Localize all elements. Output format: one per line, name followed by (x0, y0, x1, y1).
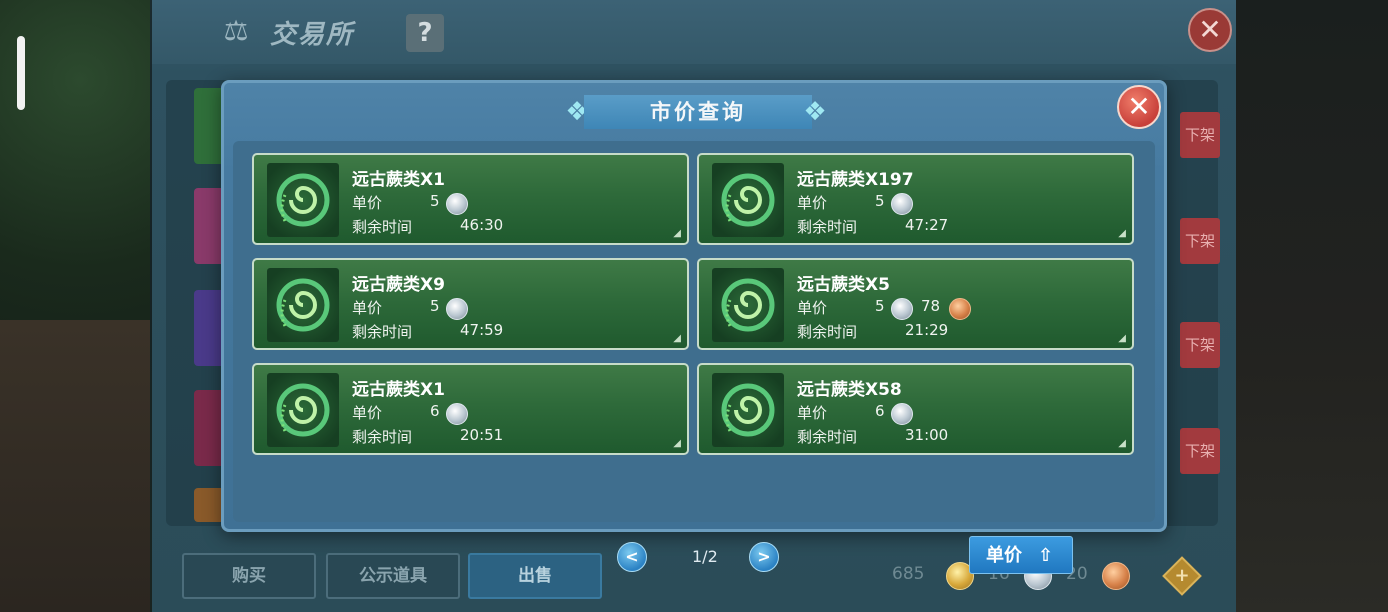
page-indicator: 1/2 (692, 547, 718, 566)
time-left-label: 剩余时间 (797, 428, 858, 446)
listing-name: 远古蕨类X197 (797, 170, 914, 190)
add-currency-button[interactable]: + (1162, 556, 1202, 596)
dialog-close-button[interactable]: ✕ (1117, 85, 1161, 129)
scene-ground (0, 320, 150, 612)
time-left-value: 46:30 (460, 216, 504, 234)
time-left-label: 剩余时间 (352, 323, 413, 341)
fern-item-icon (712, 268, 784, 342)
corner-mark-icon: ◢ (673, 333, 681, 344)
listing-card[interactable]: 远古蕨类X9 单价 5 剩余时间 47:59 ◢ (252, 258, 689, 350)
unit-price-label: 单价 (797, 194, 828, 212)
prev-page-button[interactable]: < (617, 542, 647, 572)
silver-coin-icon (891, 403, 913, 425)
bronze-coin-icon (949, 298, 971, 320)
time-left-value: 47:27 (905, 216, 949, 234)
listing-card[interactable]: 远古蕨类X1 单价 6 剩余时间 20:51 ◢ (252, 363, 689, 455)
plus-icon: + (1174, 565, 1190, 586)
listing-name: 远古蕨类X1 (352, 380, 445, 400)
unit-price-silver: 5 (875, 192, 885, 210)
ornament-right-icon: ❖ (803, 97, 827, 127)
listing-card[interactable]: 远古蕨类X58 单价 6 剩余时间 31:00 ◢ (697, 363, 1134, 455)
fern-item-icon (712, 163, 784, 237)
off-shelf-button[interactable]: 下架 (1180, 218, 1220, 264)
next-page-button[interactable]: > (749, 542, 779, 572)
market-price-dialog: ❖ 市价查询 ❖ ✕ 远古蕨类X1 单价 5 剩余时间 46:30 ◢ 远古蕨类X197 单价… (221, 80, 1167, 574)
exchange-title: 交易所 (270, 20, 355, 50)
listing-card[interactable]: 远古蕨类X5 单价 5 78 剩余时间 21:29 ◢ (697, 258, 1134, 350)
corner-mark-icon: ◢ (673, 228, 681, 239)
listing-card[interactable]: 远古蕨类X1 单价 5 剩余时间 46:30 ◢ (252, 153, 689, 245)
silver-coin-icon (446, 193, 468, 215)
unit-price-bronze: 78 (921, 297, 941, 315)
unit-price-silver: 6 (875, 402, 885, 420)
corner-mark-icon: ◢ (1118, 333, 1126, 344)
sort-label: 单价 (986, 545, 1022, 566)
scale-icon: ⚖ (223, 14, 249, 47)
silver-coin-icon (891, 298, 913, 320)
scroll-handle[interactable] (17, 36, 25, 110)
off-shelf-button[interactable]: 下架 (1180, 428, 1220, 474)
unit-price-label: 单价 (797, 299, 828, 317)
listing-name: 远古蕨类X1 (352, 170, 445, 190)
unit-price-silver: 5 (875, 297, 885, 315)
corner-mark-icon: ◢ (1118, 228, 1126, 239)
unit-price-label: 单价 (352, 404, 383, 422)
tab-public-items[interactable]: 公示道具 (326, 553, 460, 599)
unit-price-silver: 5 (430, 192, 440, 210)
unit-price-label: 单价 (352, 299, 383, 317)
time-left-label: 剩余时间 (352, 218, 413, 236)
silver-coin-icon (446, 403, 468, 425)
sort-by-unit-price-button[interactable]: 单价 ⇧ (969, 536, 1073, 574)
unit-price-label: 单价 (797, 404, 828, 422)
silver-coin-icon (891, 193, 913, 215)
listing-card[interactable]: 远古蕨类X197 单价 5 剩余时间 47:27 ◢ (697, 153, 1134, 245)
off-shelf-button[interactable]: 下架 (1180, 112, 1220, 158)
fern-item-icon (267, 373, 339, 447)
exchange-close-button[interactable]: ✕ (1188, 8, 1232, 52)
gold-amount: 685 (892, 564, 925, 584)
sort-arrow-icon: ⇧ (1038, 545, 1054, 566)
tab-buy[interactable]: 购买 (182, 553, 316, 599)
help-button[interactable]: ? (406, 14, 444, 52)
corner-mark-icon: ◢ (673, 438, 681, 449)
fern-item-icon (267, 163, 339, 237)
time-left-value: 21:29 (905, 321, 949, 339)
listing-name: 远古蕨类X58 (797, 380, 902, 400)
dialog-title: 市价查询 (584, 95, 812, 129)
listing-name: 远古蕨类X9 (352, 275, 445, 295)
game-scene-right (1236, 0, 1388, 612)
tab-sell[interactable]: 出售 (468, 553, 602, 599)
bronze-coin-icon (1102, 562, 1130, 590)
unit-price-silver: 6 (430, 402, 440, 420)
time-left-label: 剩余时间 (797, 218, 858, 236)
time-left-value: 20:51 (460, 426, 504, 444)
time-left-value: 47:59 (460, 321, 504, 339)
fern-item-icon (267, 268, 339, 342)
time-left-value: 31:00 (905, 426, 949, 444)
time-left-label: 剩余时间 (352, 428, 413, 446)
silver-coin-icon (446, 298, 468, 320)
unit-price-label: 单价 (352, 194, 383, 212)
listing-grid: 远古蕨类X1 单价 5 剩余时间 46:30 ◢ 远古蕨类X197 单价 5 剩余时间 47:27 ◢… (233, 141, 1155, 574)
listing-name: 远古蕨类X5 (797, 275, 890, 295)
off-shelf-button[interactable]: 下架 (1180, 322, 1220, 368)
fern-item-icon (712, 373, 784, 447)
time-left-label: 剩余时间 (797, 323, 858, 341)
unit-price-silver: 5 (430, 297, 440, 315)
corner-mark-icon: ◢ (1118, 438, 1126, 449)
